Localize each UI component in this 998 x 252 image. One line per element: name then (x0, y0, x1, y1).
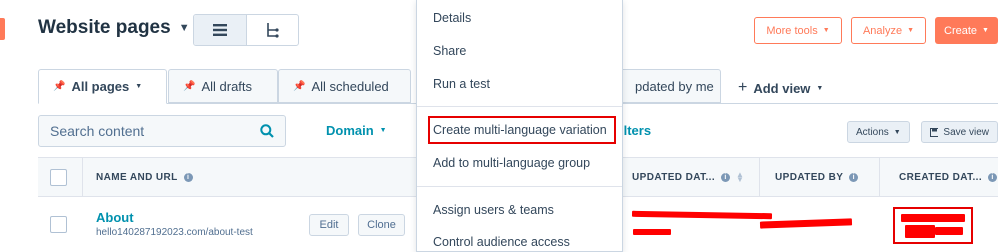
select-all-checkbox-cell (50, 158, 67, 196)
menu-item-share[interactable]: Share (433, 44, 466, 58)
clone-button[interactable]: Clone (358, 214, 405, 236)
search-icon (260, 124, 274, 138)
menu-divider (417, 106, 622, 107)
redaction-mark (633, 229, 671, 235)
caret-down-icon: ▼ (982, 27, 989, 34)
menu-item-add-to-multi-language-group[interactable]: Add to multi-language group (433, 156, 590, 170)
page-url: hello140287192023.com/about-test (96, 227, 253, 238)
add-view-label: Add view (753, 80, 811, 96)
row-actions-menu: Details Share Run a test Create multi-la… (416, 0, 623, 252)
caret-down-icon: ▼ (893, 128, 901, 136)
column-header-label: NAME AND URL (96, 171, 178, 183)
page-title-dropdown[interactable]: Website pages ▼ (38, 17, 190, 39)
redaction-mark (935, 227, 963, 235)
tab-label: All drafts (201, 78, 253, 94)
save-view-label: Save view (943, 126, 989, 138)
save-icon (930, 127, 939, 137)
info-icon: i (988, 172, 998, 182)
row-checkbox[interactable] (50, 216, 67, 233)
create-label: Create (944, 24, 978, 37)
redaction-mark (759, 218, 853, 229)
menu-item-run-test[interactable]: Run a test (433, 77, 490, 91)
tab-label: All scheduled (311, 78, 389, 94)
tree-view-icon (266, 22, 279, 38)
page-name-link[interactable]: About (96, 210, 134, 225)
column-header-label: UPDATED BY (775, 171, 844, 183)
analyze-button[interactable]: Analyze ▼ (851, 17, 926, 44)
tab-label: pdated by me (635, 78, 714, 94)
column-divider (759, 158, 760, 196)
tab-all-pages[interactable]: 📌 All pages ▼ (38, 69, 167, 104)
redaction-box (893, 207, 973, 244)
sort-icon: ▲ ▼ (736, 170, 745, 184)
info-icon: i (849, 172, 859, 182)
tab-all-scheduled[interactable]: 📌 All scheduled (278, 69, 411, 103)
plus-icon: + (738, 79, 748, 96)
page-title: Website pages (38, 17, 171, 38)
column-header-label: UPDATED DAT... (632, 171, 716, 183)
column-header-name[interactable]: NAME AND URL i (96, 158, 193, 196)
analyze-label: Analyze (862, 24, 903, 37)
search-placeholder: Search content (50, 123, 145, 139)
more-tools-label: More tools (766, 24, 818, 37)
redaction-mark (905, 225, 935, 238)
pin-icon: 📌 (183, 80, 196, 92)
redaction-mark (631, 210, 773, 220)
redaction-mark (901, 214, 965, 222)
create-button[interactable]: Create ▼ (935, 17, 998, 44)
search-input[interactable]: Search content (38, 115, 286, 147)
column-divider (82, 158, 83, 196)
caret-down-icon: ▼ (822, 27, 830, 34)
domain-filter[interactable]: Domain ▼ (326, 123, 387, 138)
column-header-updated-by[interactable]: UPDATED BY i (775, 158, 859, 196)
advanced-filters-link[interactable]: ilters (620, 123, 651, 138)
list-view-button[interactable] (194, 15, 247, 45)
view-toggle (193, 14, 299, 46)
list-view-icon (212, 24, 227, 36)
info-icon: i (721, 172, 731, 182)
tab-label: All pages (71, 79, 130, 94)
column-header-created-date[interactable]: CREATED DAT... i (899, 158, 998, 196)
caret-down-icon: ▼ (816, 84, 824, 92)
domain-filter-label: Domain (326, 123, 374, 138)
chevron-down-icon: ▼ (178, 22, 190, 34)
menu-item-assign-users-teams[interactable]: Assign users & teams (433, 203, 554, 217)
column-header-label: CREATED DAT... (899, 171, 983, 183)
caret-down-icon: ▼ (379, 127, 387, 134)
menu-item-control-audience-access[interactable]: Control audience access (433, 235, 570, 249)
tab-all-drafts[interactable]: 📌 All drafts (168, 69, 278, 103)
column-header-updated-date[interactable]: UPDATED DAT... i ▲ ▼ (632, 158, 744, 196)
pin-icon: 📌 (293, 80, 306, 92)
actions-button[interactable]: Actions ▼ (847, 121, 910, 143)
row-checkbox-cell (50, 216, 67, 233)
actions-label: Actions (856, 126, 889, 138)
tree-view-button[interactable] (247, 15, 299, 45)
caret-down-icon: ▼ (135, 83, 143, 90)
menu-item-create-multi-language-variation[interactable]: Create multi-language variation (433, 123, 607, 137)
column-divider (879, 158, 880, 196)
left-edge-accent (0, 18, 5, 40)
save-view-button[interactable]: Save view (921, 121, 998, 143)
info-icon: i (183, 172, 193, 182)
menu-item-details[interactable]: Details (433, 11, 471, 25)
select-all-checkbox[interactable] (50, 168, 67, 186)
pin-icon: 📌 (53, 81, 66, 92)
menu-divider (417, 186, 622, 187)
add-view-button[interactable]: + Add view ▼ (738, 79, 823, 97)
caret-down-icon: ▼ (907, 27, 915, 34)
more-tools-button[interactable]: More tools ▼ (754, 17, 842, 44)
edit-button[interactable]: Edit (309, 214, 349, 236)
